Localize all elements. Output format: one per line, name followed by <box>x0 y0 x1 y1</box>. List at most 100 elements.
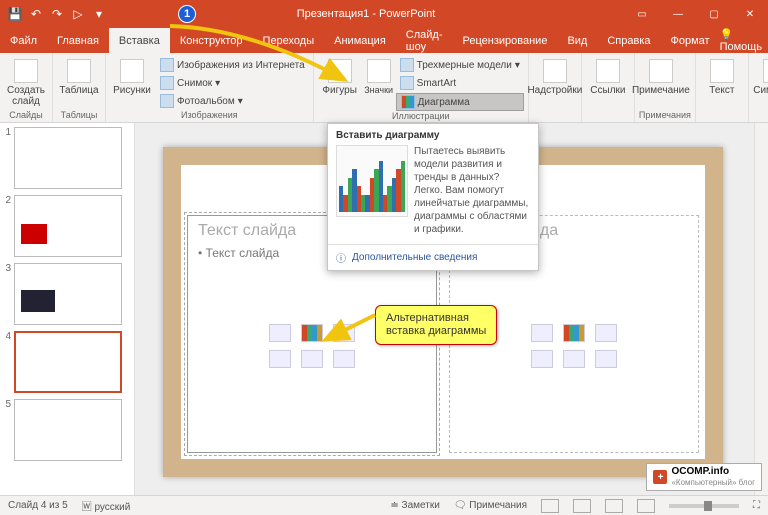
thumb-4[interactable]: 4 <box>2 331 132 393</box>
qat-more-icon[interactable]: ▾ <box>90 5 108 23</box>
ribbon-options-icon[interactable]: ▭ <box>624 0 660 28</box>
insert-picture-icon[interactable] <box>269 350 291 368</box>
ribbon-group-tables: Таблица Таблицы <box>53 53 106 122</box>
insert-picture-icon[interactable] <box>531 350 553 368</box>
vertical-scrollbar[interactable] <box>754 123 768 495</box>
slide-thumbnails-panel[interactable]: 1 2 3 4 5 <box>0 123 135 495</box>
watermark-icon: + <box>653 470 667 484</box>
insert-table-icon[interactable] <box>269 324 291 342</box>
status-bar: Слайд 4 из 5 🅆 русский ≐ Заметки 🗨 Приме… <box>0 495 768 515</box>
watermark: + OCOMP.info «Компьютерный» блог <box>646 463 762 491</box>
thumb-3[interactable]: 3 <box>2 263 132 325</box>
links-button[interactable]: Ссылки <box>586 55 630 96</box>
tab-file[interactable]: Файл <box>0 28 47 53</box>
new-slide-button[interactable]: Создать слайд <box>4 55 48 107</box>
insert-video-icon[interactable] <box>333 350 355 368</box>
ribbon-group-images: Рисунки Изображения из Интернета Снимок … <box>106 53 314 122</box>
ribbon-group-symbols: Символы <box>749 53 768 122</box>
chart-tooltip: Вставить диаграмму Пытаетесь выявить мод… <box>327 123 539 271</box>
icons-button[interactable]: Значки <box>364 55 394 96</box>
maximize-button[interactable]: ▢ <box>696 0 732 28</box>
insert-smartart-icon[interactable] <box>595 324 617 342</box>
watermark-sub: «Компьютерный» блог <box>671 478 755 487</box>
ribbon-group-illustrations: Фигуры Значки Трехмерные модели ▾ SmartA… <box>314 53 529 122</box>
group-label-slides: Слайды <box>4 110 48 122</box>
smartart-button[interactable]: SmartArt <box>396 75 524 91</box>
tooltip-chart-preview <box>336 145 408 217</box>
shapes-icon <box>328 59 352 83</box>
zoom-slider[interactable] <box>669 504 739 508</box>
insert-online-picture-icon[interactable] <box>301 350 323 368</box>
insert-chart-icon[interactable] <box>563 324 585 342</box>
shapes-button[interactable]: Фигуры <box>318 55 362 96</box>
table-button[interactable]: Таблица <box>57 55 101 96</box>
tab-view[interactable]: Вид <box>557 28 597 53</box>
minimize-button[interactable]: — <box>660 0 696 28</box>
language-indicator[interactable]: 🅆 русский <box>82 498 131 513</box>
group-label-images: Изображения <box>110 110 309 122</box>
redo-icon[interactable]: ↷ <box>48 5 66 23</box>
tab-format[interactable]: Формат <box>661 28 720 53</box>
tab-animations[interactable]: Анимация <box>324 28 396 53</box>
info-icon: ⓘ <box>336 250 346 265</box>
tell-me[interactable]: 💡 Помощь <box>720 28 763 53</box>
insert-table-icon[interactable] <box>531 324 553 342</box>
text-button[interactable]: Текст <box>700 55 744 96</box>
ribbon-tabs: Файл Главная Вставка Конструктор Переход… <box>0 28 768 53</box>
thumb-2[interactable]: 2 <box>2 195 132 257</box>
icons-icon <box>367 59 391 83</box>
comments-toggle[interactable]: 🗨 Примечания <box>454 500 527 511</box>
screenshot-button[interactable]: Снимок ▾ <box>156 75 309 91</box>
insert-video-icon[interactable] <box>595 350 617 368</box>
comment-icon <box>649 59 673 83</box>
tooltip-more-info[interactable]: ⓘ Дополнительные сведения <box>328 244 538 270</box>
reading-view-button[interactable] <box>605 499 623 513</box>
insert-online-picture-icon[interactable] <box>563 350 585 368</box>
placeholder-icons-right <box>531 324 617 368</box>
addins-icon <box>543 59 567 83</box>
thumb-1[interactable]: 1 <box>2 127 132 189</box>
group-label-comments: Примечания <box>639 110 691 122</box>
tab-slideshow[interactable]: Слайд-шоу <box>396 28 453 53</box>
slideshow-view-button[interactable] <box>637 499 655 513</box>
tab-insert[interactable]: Вставка <box>109 28 170 53</box>
group-label-text <box>700 120 744 122</box>
photo-album-button[interactable]: Фотоальбом ▾ <box>156 93 309 109</box>
notes-toggle[interactable]: ≐ Заметки <box>390 500 439 511</box>
quick-access-toolbar: 💾 ↶ ↷ ▷ ▾ <box>0 5 108 23</box>
group-label-addins <box>533 120 577 122</box>
window-buttons: ▭ — ▢ ✕ <box>624 0 768 28</box>
undo-icon[interactable]: ↶ <box>27 5 45 23</box>
symbols-button[interactable]: Символы <box>753 55 768 96</box>
tab-transitions[interactable]: Переходы <box>253 28 325 53</box>
ribbon-group-text: Текст <box>696 53 749 122</box>
group-label-tables: Таблицы <box>57 110 101 122</box>
start-slideshow-icon[interactable]: ▷ <box>69 5 87 23</box>
comment-button[interactable]: Примечание <box>639 55 683 96</box>
3d-models-button[interactable]: Трехмерные модели ▾ <box>396 57 524 73</box>
insert-smartart-icon[interactable] <box>333 324 355 342</box>
pictures-button[interactable]: Рисунки <box>110 55 154 96</box>
chart-icon <box>401 95 415 109</box>
close-button[interactable]: ✕ <box>732 0 768 28</box>
tab-design[interactable]: Конструктор <box>170 28 253 53</box>
insert-chart-icon[interactable] <box>301 324 323 342</box>
tooltip-text: Пытаетесь выявить модели развития и трен… <box>414 145 530 236</box>
tab-review[interactable]: Рецензирование <box>453 28 558 53</box>
thumb-5[interactable]: 5 <box>2 399 132 461</box>
slide-counter[interactable]: Слайд 4 из 5 <box>8 500 68 511</box>
save-icon[interactable]: 💾 <box>6 5 24 23</box>
normal-view-button[interactable] <box>541 499 559 513</box>
fit-to-window-button[interactable]: ⛶ <box>753 500 760 511</box>
chart-button[interactable]: Диаграмма <box>396 93 524 111</box>
tab-home[interactable]: Главная <box>47 28 109 53</box>
sorter-view-button[interactable] <box>573 499 591 513</box>
tooltip-title: Вставить диаграмму <box>328 124 538 145</box>
screenshot-icon <box>160 76 174 90</box>
smartart-icon <box>400 76 414 90</box>
tab-help[interactable]: Справка <box>597 28 660 53</box>
step-badge-1: 1 <box>178 5 196 23</box>
addins-button[interactable]: Надстройки <box>533 55 577 96</box>
table-icon <box>67 59 91 83</box>
online-pictures-button[interactable]: Изображения из Интернета <box>156 57 309 73</box>
